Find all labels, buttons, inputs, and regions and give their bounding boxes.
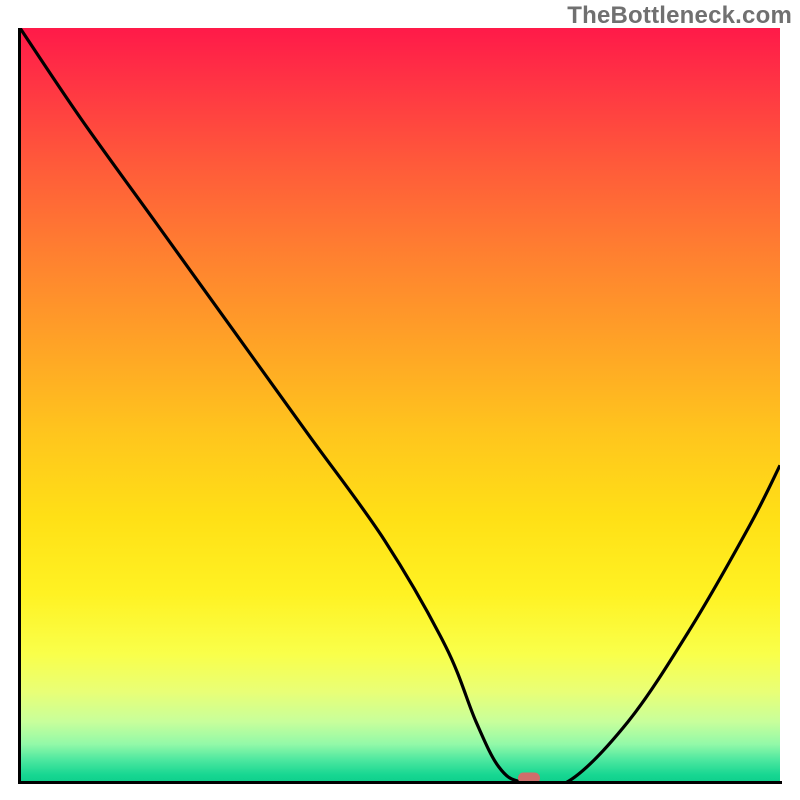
curve-path <box>20 28 780 782</box>
x-axis-line <box>18 781 782 784</box>
bottleneck-curve <box>20 28 780 782</box>
watermark-text: TheBottleneck.com <box>567 2 792 30</box>
y-axis-line <box>18 28 21 784</box>
plot-area <box>20 28 780 782</box>
chart-frame: TheBottleneck.com <box>0 0 800 800</box>
